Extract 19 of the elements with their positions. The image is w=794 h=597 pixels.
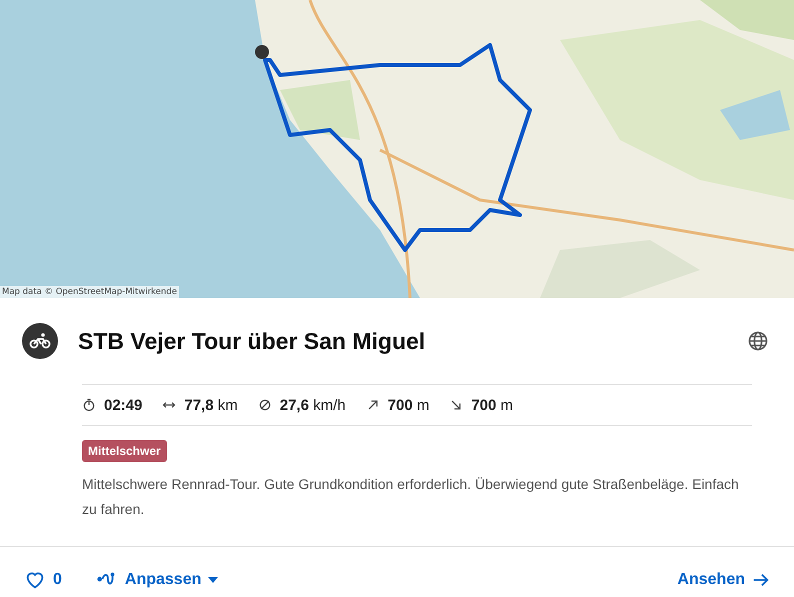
view-button[interactable]: Ansehen [675, 569, 772, 591]
stat-value: 77,8 km [184, 396, 238, 414]
stat-value: 27,6 km/h [280, 396, 346, 414]
downhill-icon [449, 398, 464, 412]
arrow-icon [752, 571, 770, 589]
stat-value: 700 m [471, 396, 514, 414]
difficulty-tag: Mittelschwer [82, 440, 167, 462]
stat-value: 02:49 [104, 396, 142, 414]
tour-description: Mittelschwere Rennrad-Tour. Gute Grundkondition erforderlich. Überwiegend gute Straßenbeläge. Einfach zu fahren. [82, 475, 740, 519]
duration-icon [82, 398, 96, 412]
map-attribution: Map data © OpenStreetMap-Mitwirkende [0, 286, 179, 298]
globe-icon[interactable] [748, 331, 768, 351]
stat-value: 700 m [388, 396, 430, 414]
caret-icon [208, 577, 218, 583]
bicycle-icon [22, 323, 58, 359]
like-button[interactable]: 0 [22, 567, 64, 593]
tour-title: STB Vejer Tour über San Miguel [78, 328, 426, 354]
speed-icon [258, 398, 272, 412]
customize-button[interactable]: Anpassen [94, 567, 220, 593]
